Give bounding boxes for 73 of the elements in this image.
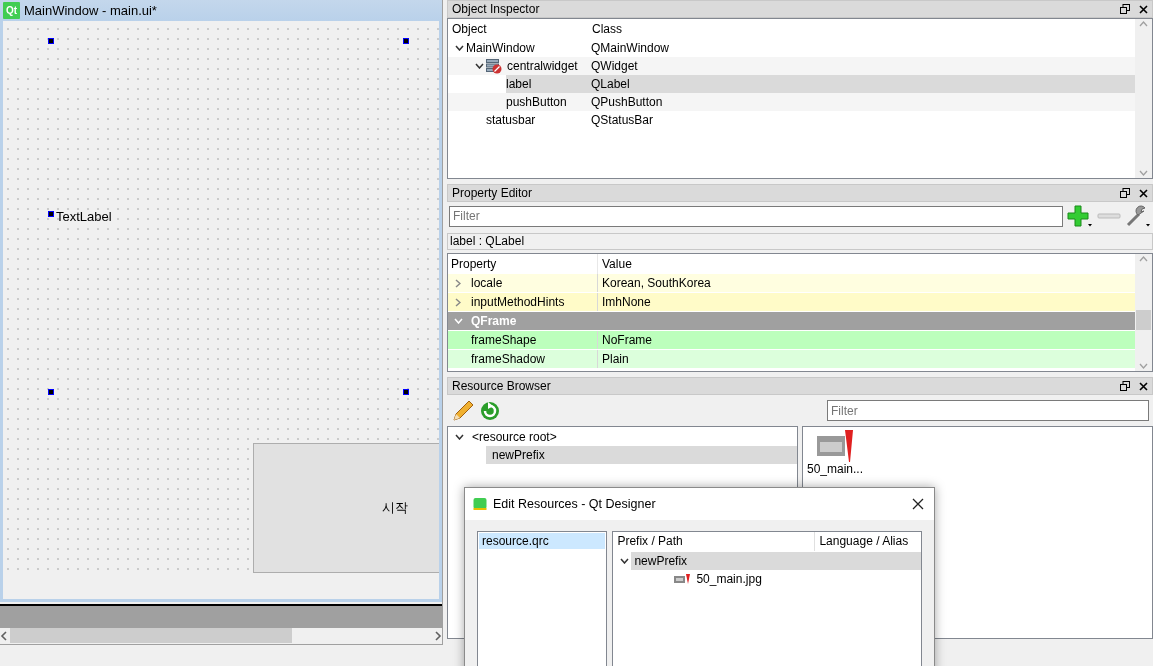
close-icon[interactable] xyxy=(1139,381,1148,391)
class-name: QLabel xyxy=(591,75,1135,93)
object-name-label: label : QLabel xyxy=(447,233,1153,250)
float-icon[interactable] xyxy=(1120,381,1130,391)
property-row[interactable]: frameShape NoFrame xyxy=(448,331,1135,350)
property-name: inputMethodHints xyxy=(470,294,565,310)
float-icon[interactable] xyxy=(1120,4,1130,14)
tree-item[interactable]: pushButton xyxy=(506,94,567,110)
dialog-title: Edit Resources - Qt Designer xyxy=(493,496,656,512)
class-name: QMainWindow xyxy=(591,40,670,56)
push-button[interactable]: 시작 xyxy=(253,443,439,574)
tree-item[interactable]: MainWindow xyxy=(466,40,535,56)
window-title: MainWindow - main.ui* xyxy=(24,2,157,19)
property-value: Plain xyxy=(601,351,629,367)
class-name: QWidget xyxy=(591,58,638,74)
pencil-icon[interactable] xyxy=(451,398,475,423)
tree-item[interactable]: <resource root> xyxy=(466,428,797,446)
scroll-left-icon[interactable] xyxy=(0,630,8,641)
float-icon[interactable] xyxy=(1120,188,1130,198)
close-icon[interactable] xyxy=(1139,188,1148,198)
panel-title: Property Editor xyxy=(452,185,533,201)
chevron-down-icon[interactable] xyxy=(474,63,484,69)
property-row[interactable]: locale Korean, SouthKorea xyxy=(448,274,1135,293)
tree-item[interactable]: centralwidget xyxy=(507,58,578,74)
wrench-icon[interactable] xyxy=(1125,204,1151,228)
chevron-right-icon[interactable] xyxy=(455,278,461,288)
property-value: Korean, SouthKorea xyxy=(601,275,711,291)
file-name[interactable]: 50_main... xyxy=(807,462,864,477)
app-icon xyxy=(473,497,487,511)
class-name: QPushButton xyxy=(591,94,663,110)
panel-title: Object Inspector xyxy=(452,1,540,17)
refresh-icon[interactable] xyxy=(479,399,501,422)
property-value: ImhNone xyxy=(601,294,651,310)
selection-handle[interactable] xyxy=(48,38,54,45)
column-header[interactable]: Language / Alias xyxy=(815,534,909,549)
section-title: QFrame xyxy=(470,313,517,329)
column-header[interactable]: Class xyxy=(591,21,622,37)
column-header[interactable]: Value xyxy=(598,256,632,272)
property-row[interactable]: frameShadow Plain xyxy=(448,350,1135,369)
text-label: TextLabel xyxy=(56,209,112,225)
selection-handle[interactable] xyxy=(48,389,54,396)
image-file-icon xyxy=(673,573,692,585)
selection-handle[interactable] xyxy=(403,389,409,396)
property-name: frameShadow xyxy=(470,351,546,367)
filter-field[interactable]: Filter xyxy=(827,400,1149,421)
property-row[interactable]: inputMethodHints ImhNone xyxy=(448,293,1135,312)
close-icon[interactable] xyxy=(912,498,924,510)
chevron-down-icon[interactable] xyxy=(619,558,629,564)
tree-item[interactable]: statusbar xyxy=(486,112,536,128)
property-name: frameShape xyxy=(470,332,537,348)
chevron-down-icon[interactable] xyxy=(454,434,464,440)
qt-logo: Qt xyxy=(3,2,20,20)
scrollbar-thumb[interactable] xyxy=(1136,310,1151,330)
vertical-scrollbar[interactable] xyxy=(1135,254,1152,371)
tree-item[interactable]: newPrefix xyxy=(486,446,797,464)
file-list-item[interactable]: resource.qrc xyxy=(479,533,606,550)
tree-item[interactable]: 50_main.jpg xyxy=(693,570,921,588)
chevron-right-icon[interactable] xyxy=(455,297,461,307)
selection-handle[interactable] xyxy=(48,211,54,218)
add-icon[interactable] xyxy=(1067,205,1093,227)
column-header[interactable]: Prefix / Path xyxy=(613,532,816,551)
close-icon[interactable] xyxy=(1139,4,1148,14)
property-name: locale xyxy=(470,275,503,291)
scrollbar-thumb[interactable] xyxy=(10,628,292,644)
chevron-down-icon[interactable] xyxy=(454,45,464,51)
filter-field[interactable]: Filter xyxy=(449,205,1063,227)
panel-title: Resource Browser xyxy=(452,378,551,394)
column-header[interactable]: Object xyxy=(448,21,591,37)
property-value: NoFrame xyxy=(601,332,652,348)
scroll-right-icon[interactable] xyxy=(434,630,442,641)
class-name: QStatusBar xyxy=(591,112,654,128)
tree-item[interactable]: newPrefix xyxy=(631,552,921,570)
selection-handle[interactable] xyxy=(403,38,409,45)
